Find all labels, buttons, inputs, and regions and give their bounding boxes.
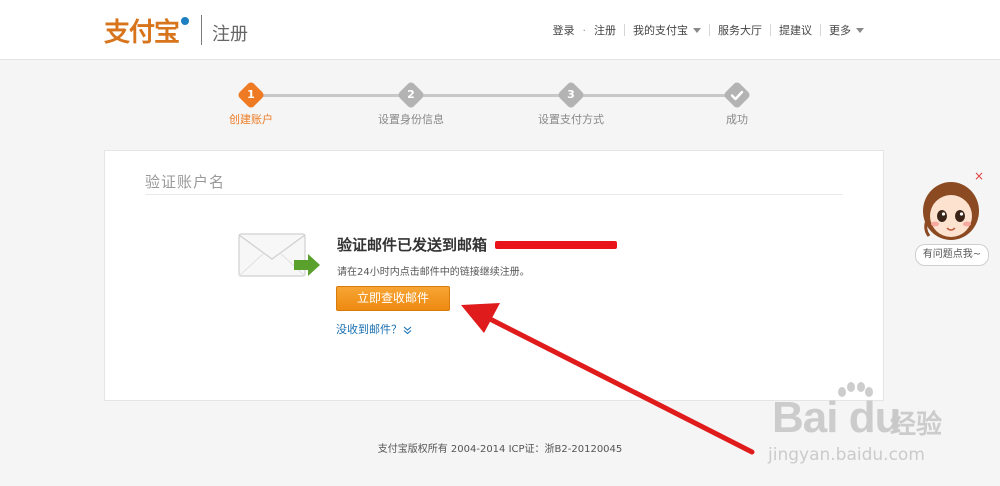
step-3-label: 设置支付方式 — [538, 113, 604, 126]
nav-more-menu[interactable]: 更多 — [821, 22, 872, 38]
help-bubble[interactable]: 有问题点我~ — [915, 244, 989, 266]
nav-login-link[interactable]: 登录 — [545, 22, 583, 38]
step-1-number: 1 — [247, 88, 255, 101]
watermark-sub: 经验 — [890, 410, 943, 440]
nav-register-link[interactable]: 注册 — [586, 22, 624, 38]
email-sent-text: 验证邮件已发送到邮箱 — [337, 236, 488, 254]
step-4-label: 成功 — [726, 113, 748, 126]
help-assistant-widget: × 有问题点我~ — [912, 170, 992, 270]
step-connector — [262, 94, 400, 97]
logo-divider — [201, 15, 203, 45]
alipay-logo[interactable]: 支付宝 — [104, 12, 190, 49]
step-connector — [582, 94, 726, 97]
logo-area[interactable]: 支付宝 注册 — [104, 12, 248, 48]
baidu-jingyan-watermark: Bai du 经验 jingyan.baidu.com — [760, 382, 990, 480]
nav-my-alipay-label: 我的支付宝 — [633, 24, 688, 37]
close-icon[interactable]: × — [972, 170, 986, 184]
nav-my-alipay-menu[interactable]: 我的支付宝 — [625, 22, 709, 38]
chevron-down-icon — [856, 27, 864, 33]
panel-divider — [145, 194, 843, 195]
page-label: 注册 — [212, 24, 249, 45]
step-2-label: 设置身份信息 — [378, 113, 444, 126]
verify-account-panel: 验证账户名 验证邮件已发送到邮箱 请在24小时内点击邮件中的链接继续注册。 立即… — [104, 150, 884, 401]
double-chevron-down-icon — [403, 326, 412, 334]
logo-dot-icon — [181, 17, 190, 25]
step-2-number: 2 — [407, 88, 415, 101]
site-header: 支付宝 注册 登录 · 注册 我的支付宝 服务大厅 提建议 更多 — [0, 0, 1000, 60]
check-icon — [730, 90, 744, 101]
step-3-number: 3 — [567, 88, 575, 101]
step-1-label: 创建账户 — [229, 113, 273, 126]
no-email-label: 没收到邮件？ — [336, 323, 402, 336]
chevron-down-icon — [693, 27, 701, 33]
email-envelope-icon — [238, 233, 320, 277]
logo-text: 支付宝 — [104, 17, 180, 48]
step-connector — [422, 94, 560, 97]
nav-suggest-link[interactable]: 提建议 — [771, 22, 820, 38]
assistant-avatar[interactable] — [920, 178, 982, 242]
check-email-button[interactable]: 立即查收邮件 — [336, 286, 450, 311]
email-sent-heading: 验证邮件已发送到邮箱 — [337, 234, 618, 255]
no-email-received-link[interactable]: 没收到邮件？ — [336, 321, 412, 337]
top-nav: 登录 · 注册 我的支付宝 服务大厅 提建议 更多 — [545, 22, 873, 38]
nav-more-label: 更多 — [829, 24, 851, 37]
panel-title: 验证账户名 — [145, 173, 226, 191]
nav-service-hall-link[interactable]: 服务大厅 — [710, 22, 770, 38]
email-instruction: 请在24小时内点击邮件中的链接继续注册。 — [337, 267, 530, 278]
watermark-logo: Bai du — [772, 393, 901, 442]
watermark-url: jingyan.baidu.com — [768, 445, 925, 465]
redacted-email-address — [495, 240, 618, 249]
registration-progress: 1 创建账户 2 设置身份信息 3 设置支付方式 成功 — [0, 80, 1000, 130]
